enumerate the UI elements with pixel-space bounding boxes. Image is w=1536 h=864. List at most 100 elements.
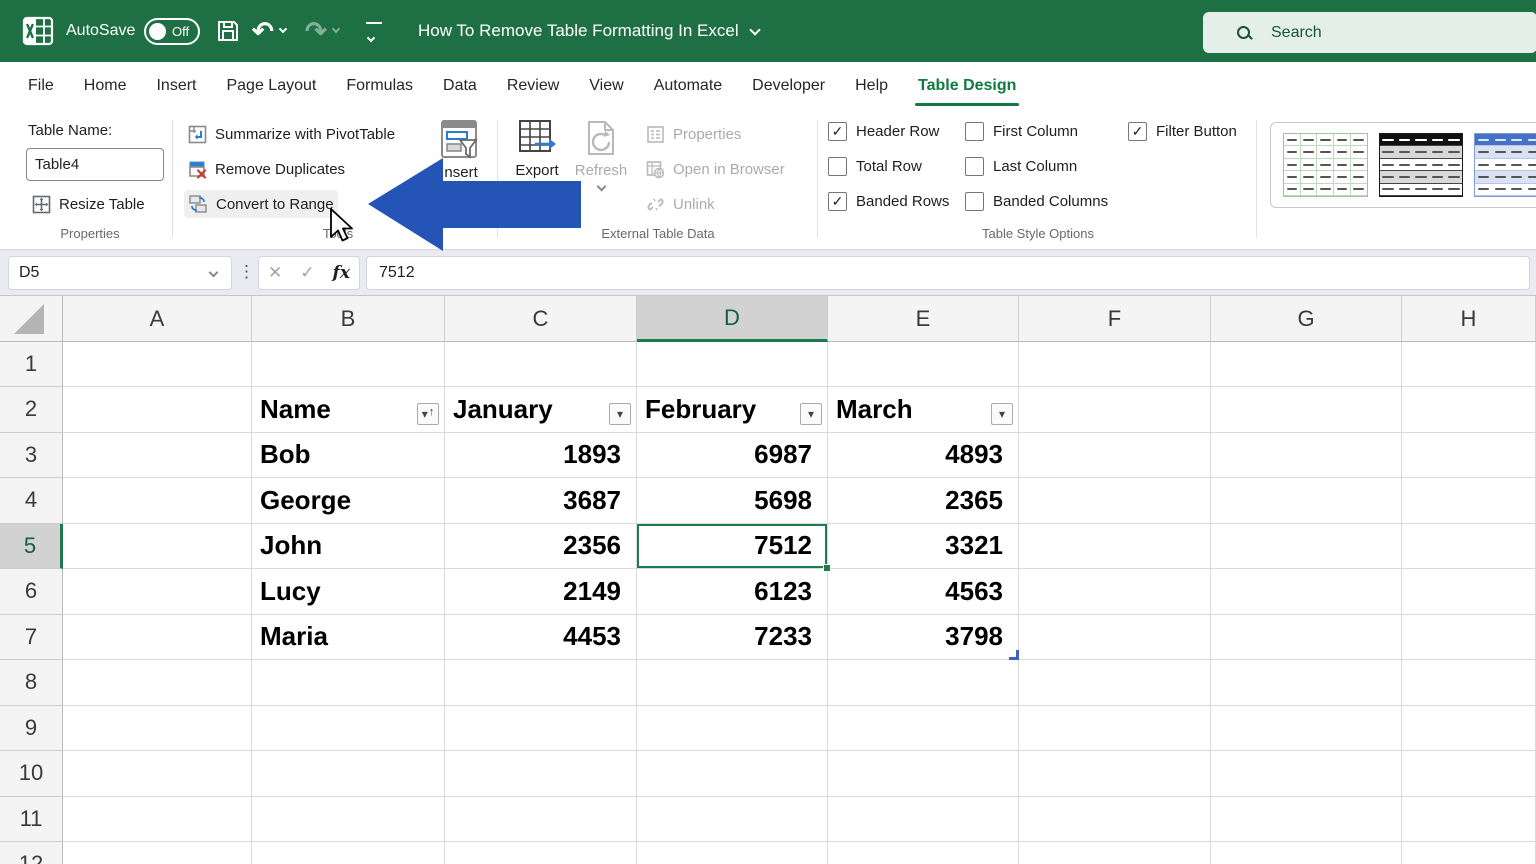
cell-G3[interactable]	[1211, 433, 1402, 479]
cell-G7[interactable]	[1211, 615, 1402, 661]
cell-D5[interactable]: 7512	[637, 524, 828, 570]
cell-E6[interactable]: 4563	[828, 569, 1019, 615]
cell-B7[interactable]: Maria	[252, 615, 445, 661]
cell-E4[interactable]: 2365	[828, 478, 1019, 524]
name-box-dropdown-icon[interactable]	[209, 268, 219, 278]
row-header-1[interactable]: 1	[0, 342, 63, 388]
cell-F8[interactable]	[1019, 660, 1211, 706]
insert-slicer-button[interactable]: Insert Slicer	[428, 116, 490, 200]
cell-E2[interactable]: March▾	[828, 387, 1019, 433]
cell-H7[interactable]	[1402, 615, 1536, 661]
search-box[interactable]: Search	[1203, 12, 1536, 53]
column-header-D[interactable]: D	[637, 296, 828, 342]
tab-insert[interactable]: Insert	[141, 62, 211, 110]
cell-A8[interactable]	[63, 660, 252, 706]
select-all-corner[interactable]	[0, 296, 63, 342]
autosave-toggle[interactable]: Off	[144, 18, 200, 45]
convert-to-range-button[interactable]: Convert to Range	[184, 190, 338, 218]
cell-F3[interactable]	[1019, 433, 1211, 479]
cell-G10[interactable]	[1211, 751, 1402, 797]
cell-C5[interactable]: 2356	[445, 524, 637, 570]
checkbox-checked-icon[interactable]: ✓	[828, 192, 847, 211]
cell-H1[interactable]	[1402, 342, 1536, 388]
table-style-light-green[interactable]	[1283, 133, 1368, 197]
checkbox-first-column[interactable]: First Column	[965, 120, 1108, 142]
tab-developer[interactable]: Developer	[737, 62, 840, 110]
tab-formulas[interactable]: Formulas	[331, 62, 428, 110]
summarize-with-pivottable-button[interactable]: Summarize with PivotTable	[184, 120, 399, 148]
row-header-9[interactable]: 9	[0, 706, 63, 752]
cell-F4[interactable]	[1019, 478, 1211, 524]
checkbox-last-column[interactable]: Last Column	[965, 155, 1108, 177]
row-header-2[interactable]: 2	[0, 387, 63, 433]
cell-H9[interactable]	[1402, 706, 1536, 752]
cell-H10[interactable]	[1402, 751, 1536, 797]
column-header-E[interactable]: E	[828, 296, 1019, 342]
cell-D9[interactable]	[637, 706, 828, 752]
cell-C6[interactable]: 2149	[445, 569, 637, 615]
cell-D4[interactable]: 5698	[637, 478, 828, 524]
cell-A6[interactable]	[63, 569, 252, 615]
cell-D8[interactable]	[637, 660, 828, 706]
cell-C7[interactable]: 4453	[445, 615, 637, 661]
cell-B1[interactable]	[252, 342, 445, 388]
row-header-7[interactable]: 7	[0, 615, 63, 661]
cell-A12[interactable]	[63, 842, 252, 864]
checkbox-checked-icon[interactable]: ✓	[828, 122, 847, 141]
tab-table-design[interactable]: Table Design	[903, 62, 1031, 110]
checkbox-banded-columns[interactable]: Banded Columns	[965, 190, 1108, 212]
row-header-12[interactable]: 12	[0, 842, 63, 864]
cell-F9[interactable]	[1019, 706, 1211, 752]
cell-H3[interactable]	[1402, 433, 1536, 479]
tab-automate[interactable]: Automate	[639, 62, 737, 110]
cell-B11[interactable]	[252, 797, 445, 843]
cell-A5[interactable]	[63, 524, 252, 570]
cell-F1[interactable]	[1019, 342, 1211, 388]
table-style-dark[interactable]	[1379, 133, 1464, 197]
cell-D3[interactable]: 6987	[637, 433, 828, 479]
cell-H6[interactable]	[1402, 569, 1536, 615]
checkbox-header-row[interactable]: ✓Header Row	[828, 120, 949, 142]
cell-C11[interactable]	[445, 797, 637, 843]
tab-review[interactable]: Review	[492, 62, 574, 110]
cell-E10[interactable]	[828, 751, 1019, 797]
cell-E8[interactable]	[828, 660, 1019, 706]
cell-G2[interactable]	[1211, 387, 1402, 433]
tab-file[interactable]: File	[13, 62, 69, 110]
column-header-G[interactable]: G	[1211, 296, 1402, 342]
cell-F11[interactable]	[1019, 797, 1211, 843]
row-header-10[interactable]: 10	[0, 751, 63, 797]
tab-home[interactable]: Home	[69, 62, 142, 110]
cell-H5[interactable]	[1402, 524, 1536, 570]
filter-button-january[interactable]: ▾	[609, 403, 631, 425]
cell-H8[interactable]	[1402, 660, 1536, 706]
fill-handle[interactable]	[823, 564, 831, 572]
cell-E1[interactable]	[828, 342, 1019, 388]
cell-F10[interactable]	[1019, 751, 1211, 797]
cell-E11[interactable]	[828, 797, 1019, 843]
cell-F2[interactable]	[1019, 387, 1211, 433]
column-header-F[interactable]: F	[1019, 296, 1211, 342]
cell-C12[interactable]	[445, 842, 637, 864]
cell-A3[interactable]	[63, 433, 252, 479]
cell-B5[interactable]: John	[252, 524, 445, 570]
checkbox-filter-button[interactable]: ✓Filter Button	[1128, 120, 1237, 142]
cell-A4[interactable]	[63, 478, 252, 524]
checkbox-checked-icon[interactable]: ✓	[1128, 122, 1147, 141]
cell-E12[interactable]	[828, 842, 1019, 864]
save-icon[interactable]	[215, 18, 241, 44]
row-header-3[interactable]: 3	[0, 433, 63, 479]
filter-button-name[interactable]: ▾↑	[417, 403, 439, 425]
checkbox-unchecked-icon[interactable]	[965, 157, 984, 176]
filter-button-march[interactable]: ▾	[991, 403, 1013, 425]
tab-help[interactable]: Help	[840, 62, 903, 110]
cell-H2[interactable]	[1402, 387, 1536, 433]
cell-G12[interactable]	[1211, 842, 1402, 864]
cell-C8[interactable]	[445, 660, 637, 706]
cell-H11[interactable]	[1402, 797, 1536, 843]
cell-G1[interactable]	[1211, 342, 1402, 388]
row-header-5[interactable]: 5	[0, 524, 63, 570]
cell-D11[interactable]	[637, 797, 828, 843]
row-header-4[interactable]: 4	[0, 478, 63, 524]
cell-E5[interactable]: 3321	[828, 524, 1019, 570]
